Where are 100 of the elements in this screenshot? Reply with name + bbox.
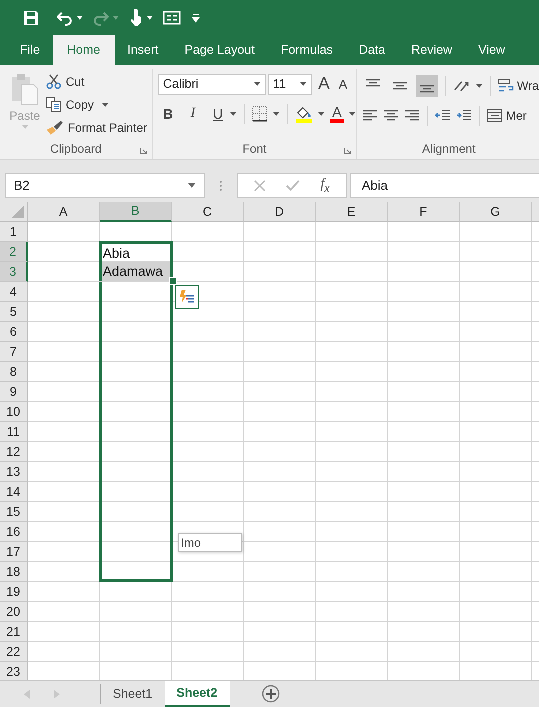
- formula-field[interactable]: Abia: [350, 173, 539, 198]
- group-label: Clipboard: [50, 142, 102, 156]
- row-header[interactable]: 13: [0, 462, 28, 482]
- column-header[interactable]: D: [244, 202, 316, 222]
- row-header[interactable]: 5: [0, 302, 28, 322]
- row-header[interactable]: 15: [0, 502, 28, 522]
- caret-icon: [147, 16, 153, 20]
- undo-icon: [57, 10, 73, 26]
- caret-icon[interactable]: [188, 183, 196, 188]
- row-header[interactable]: 20: [0, 602, 28, 622]
- caret-icon: [191, 12, 201, 22]
- row-header[interactable]: 22: [0, 642, 28, 662]
- row-header[interactable]: 14: [0, 482, 28, 502]
- caret-icon: [102, 103, 110, 107]
- caret-icon[interactable]: [318, 112, 326, 116]
- row-header[interactable]: 10: [0, 402, 28, 422]
- row-header[interactable]: 16: [0, 522, 28, 542]
- caret-icon[interactable]: [230, 112, 238, 116]
- sheet-tab[interactable]: Sheet1: [101, 680, 165, 706]
- triangle-icon: [12, 206, 24, 218]
- font-size-field[interactable]: 11: [268, 74, 312, 94]
- column-header[interactable]: F: [388, 202, 460, 222]
- fill-value-tooltip: Imo: [178, 533, 242, 552]
- row-header[interactable]: 17: [0, 542, 28, 562]
- caret-icon: [22, 125, 28, 129]
- caret-icon[interactable]: [349, 112, 356, 116]
- row-header[interactable]: 7: [0, 342, 28, 362]
- caret-icon[interactable]: [476, 84, 484, 88]
- merge-button[interactable]: Mer: [487, 105, 527, 127]
- ribbon-tab[interactable]: Insert: [114, 35, 172, 65]
- row-header[interactable]: 4: [0, 282, 28, 302]
- ribbon-tab[interactable]: Review: [398, 35, 466, 65]
- clipboard-icon: [10, 73, 40, 107]
- format-painter-button[interactable]: Format Painter: [46, 117, 148, 139]
- cut-button[interactable]: Cut: [46, 71, 148, 93]
- ribbon-tab[interactable]: Home: [53, 35, 114, 65]
- increase-indent-icon[interactable]: [456, 109, 472, 123]
- row-header[interactable]: 9: [0, 382, 28, 402]
- insert-function-button[interactable]: f$_{x}$: [320, 176, 330, 194]
- ribbon-tab[interactable]: Formulas: [268, 35, 346, 65]
- add-sheet-icon[interactable]: [262, 685, 280, 703]
- font-name-field[interactable]: Calibri: [158, 74, 266, 94]
- underline-button[interactable]: U: [211, 106, 226, 122]
- dialog-launcher-icon[interactable]: [344, 147, 352, 155]
- row-header[interactable]: 8: [0, 362, 28, 382]
- group-label: Font: [242, 142, 267, 156]
- align-right-icon[interactable]: [404, 109, 420, 123]
- form-icon: [163, 10, 181, 24]
- italic-button[interactable]: I: [186, 106, 200, 122]
- row-header[interactable]: 19: [0, 582, 28, 602]
- center-icon[interactable]: [383, 109, 400, 123]
- font-color-button[interactable]: A: [330, 105, 344, 123]
- caret-icon: [77, 16, 83, 20]
- save-icon: [23, 10, 39, 26]
- dialog-launcher-icon[interactable]: [140, 147, 148, 155]
- copy-button[interactable]: Copy: [46, 94, 148, 116]
- shrink-font-button[interactable]: A: [336, 76, 350, 92]
- decrease-indent-icon[interactable]: [435, 109, 452, 123]
- row-header[interactable]: 11: [0, 422, 28, 442]
- row-header[interactable]: 1: [0, 222, 28, 242]
- borders-icon[interactable]: [252, 106, 268, 122]
- column-header[interactable]: E: [316, 202, 388, 222]
- row-header[interactable]: 23: [0, 662, 28, 680]
- merge-icon: [487, 109, 504, 123]
- caret-icon[interactable]: [273, 112, 280, 116]
- fill-color-icon[interactable]: [295, 105, 314, 123]
- column-header[interactable]: A: [28, 202, 100, 222]
- ribbon-tab[interactable]: File: [7, 35, 54, 65]
- fill-handle[interactable]: [169, 277, 177, 285]
- flash-list-icon: [179, 289, 195, 305]
- redo-icon: [93, 10, 109, 26]
- hand-icon: [129, 8, 143, 26]
- column-header[interactable]: B: [100, 202, 172, 222]
- check-icon[interactable]: [286, 180, 300, 192]
- grip-icon[interactable]: [219, 180, 223, 192]
- ribbon-tab[interactable]: Data: [346, 35, 398, 65]
- ribbon-tab[interactable]: View: [465, 35, 518, 65]
- bold-button[interactable]: B: [161, 106, 176, 122]
- caret-icon[interactable]: [300, 82, 308, 86]
- scissors-icon: [46, 74, 62, 90]
- wrap-text-icon: [498, 79, 514, 93]
- copy-icon: [46, 97, 62, 113]
- column-header[interactable]: C: [172, 202, 244, 222]
- name-box[interactable]: B2: [5, 173, 205, 198]
- row-header[interactable]: 18: [0, 562, 28, 582]
- bottom-align-button[interactable]: [416, 75, 438, 97]
- align-left-icon[interactable]: [362, 109, 378, 123]
- row-header[interactable]: 2: [0, 242, 28, 262]
- ribbon-tab[interactable]: Page Layout: [172, 35, 268, 65]
- caret-icon[interactable]: [254, 82, 262, 86]
- sheet-tab[interactable]: Sheet2: [164, 680, 230, 706]
- brush-icon: [46, 120, 64, 136]
- row-header[interactable]: 3: [0, 262, 28, 282]
- wrap-text-button[interactable]: Wra: [498, 75, 539, 97]
- row-header[interactable]: 6: [0, 322, 28, 342]
- auto-fill-options-button[interactable]: [175, 285, 199, 309]
- column-header[interactable]: G: [460, 202, 532, 222]
- grow-font-button[interactable]: A: [317, 74, 332, 94]
- row-header[interactable]: 21: [0, 622, 28, 642]
- row-header[interactable]: 12: [0, 442, 28, 462]
